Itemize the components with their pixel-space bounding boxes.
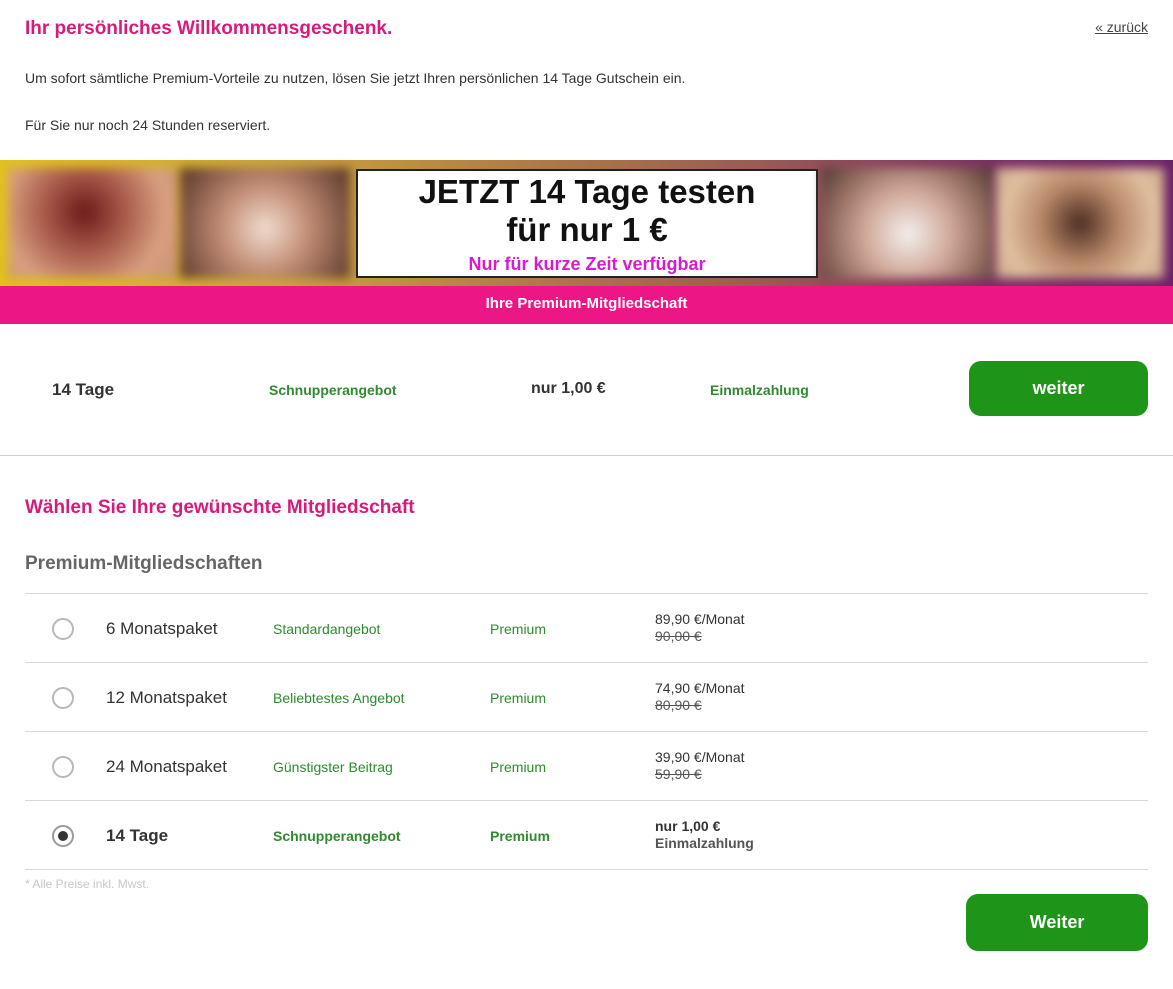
premium-section-title: Premium-Mitgliedschaften bbox=[25, 553, 263, 574]
plan-tier: Premium bbox=[490, 621, 547, 637]
promo-note: Nur für kurze Zeit verfügbar bbox=[468, 254, 706, 274]
plan-name: 6 Monatspaket bbox=[106, 619, 218, 638]
offer-duration: 14 Tage bbox=[52, 380, 115, 399]
intro-text: Um sofort sämtliche Premium-Vorteile zu … bbox=[25, 70, 686, 86]
plan-old-price: 90,00 € bbox=[655, 628, 702, 644]
plan-offer: Beliebtestes Angebot bbox=[273, 690, 405, 706]
plan-offer: Standardangebot bbox=[273, 621, 381, 637]
plan-row-14-days[interactable]: 14 Tage Schnupperangebot Premium nur 1,0… bbox=[25, 801, 1148, 870]
reserved-text: Für Sie nur noch 24 Stunden reserviert. bbox=[25, 117, 271, 133]
price-footnote: * Alle Preise inkl. Mwst. bbox=[25, 877, 150, 891]
offer-price: nur 1,00 € bbox=[531, 380, 606, 397]
promo-headline: JETZT 14 Tage testen bbox=[418, 173, 756, 210]
plan-radio[interactable] bbox=[52, 618, 74, 640]
plan-current-price: 89,90 €/Monat bbox=[655, 611, 745, 627]
plan-current-price: 74,90 €/Monat bbox=[655, 680, 745, 696]
plan-current-price: nur 1,00 € bbox=[655, 818, 721, 834]
plan-price: 74,90 €/Monat 80,90 € bbox=[655, 680, 745, 714]
plan-payment-type: Einmalzahlung bbox=[655, 835, 754, 851]
offer-payment: Einmalzahlung bbox=[710, 382, 809, 398]
offer-type: Schnupperangebot bbox=[269, 382, 397, 398]
plan-list: 6 Monatspaket Standardangebot Premium 89… bbox=[25, 593, 1148, 870]
plan-row-6-months[interactable]: 6 Monatspaket Standardangebot Premium 89… bbox=[25, 594, 1148, 663]
submit-button[interactable]: Weiter bbox=[966, 894, 1148, 951]
plan-old-price: 59,90 € bbox=[655, 766, 702, 782]
plan-radio-selected[interactable] bbox=[52, 825, 74, 847]
header: Ihr persönliches Willkommensgeschenk. « … bbox=[0, 0, 1173, 160]
plan-tier: Premium bbox=[490, 690, 547, 706]
promo-price: für nur 1 € bbox=[506, 211, 668, 248]
plan-old-price: 80,90 € bbox=[655, 697, 702, 713]
plan-radio[interactable] bbox=[52, 756, 74, 778]
choose-membership-title: Wählen Sie Ihre gewünschte Mitgliedschaf… bbox=[25, 497, 415, 518]
plan-name: 24 Monatspaket bbox=[106, 757, 227, 776]
plan-name: 12 Monatspaket bbox=[106, 688, 227, 707]
plan-price: 39,90 €/Monat 59,90 € bbox=[655, 749, 745, 783]
blurred-image bbox=[996, 168, 1164, 278]
promo-banner: JETZT 14 Tage testen für nur 1 € Nur für… bbox=[0, 160, 1173, 286]
back-link[interactable]: « zurück bbox=[1095, 19, 1148, 35]
plan-price: 89,90 €/Monat 90,00 € bbox=[655, 611, 745, 645]
plan-offer: Schnupperangebot bbox=[273, 828, 401, 844]
promo-box: JETZT 14 Tage testen für nur 1 € Nur für… bbox=[356, 169, 818, 278]
plan-name: 14 Tage bbox=[106, 826, 169, 845]
plan-price: nur 1,00 € Einmalzahlung bbox=[655, 818, 754, 852]
featured-offer: 14 Tage Schnupperangebot nur 1,00 € Einm… bbox=[0, 324, 1173, 456]
blurred-image bbox=[180, 168, 350, 278]
page-title: Ihr persönliches Willkommensgeschenk. bbox=[25, 18, 393, 39]
plan-row-24-months[interactable]: 24 Monatspaket Günstigster Beitrag Premi… bbox=[25, 732, 1148, 801]
plan-offer: Günstigster Beitrag bbox=[273, 759, 393, 775]
plan-radio[interactable] bbox=[52, 687, 74, 709]
plan-tier: Premium bbox=[490, 759, 547, 775]
offer-continue-button[interactable]: weiter bbox=[969, 361, 1148, 416]
blurred-image bbox=[822, 168, 994, 278]
premium-membership-bar: Ihre Premium-Mitgliedschaft bbox=[0, 286, 1173, 324]
plan-tier: Premium bbox=[490, 828, 550, 844]
plan-row-12-months[interactable]: 12 Monatspaket Beliebtestes Angebot Prem… bbox=[25, 663, 1148, 732]
blurred-image bbox=[8, 168, 178, 278]
plan-current-price: 39,90 €/Monat bbox=[655, 749, 745, 765]
